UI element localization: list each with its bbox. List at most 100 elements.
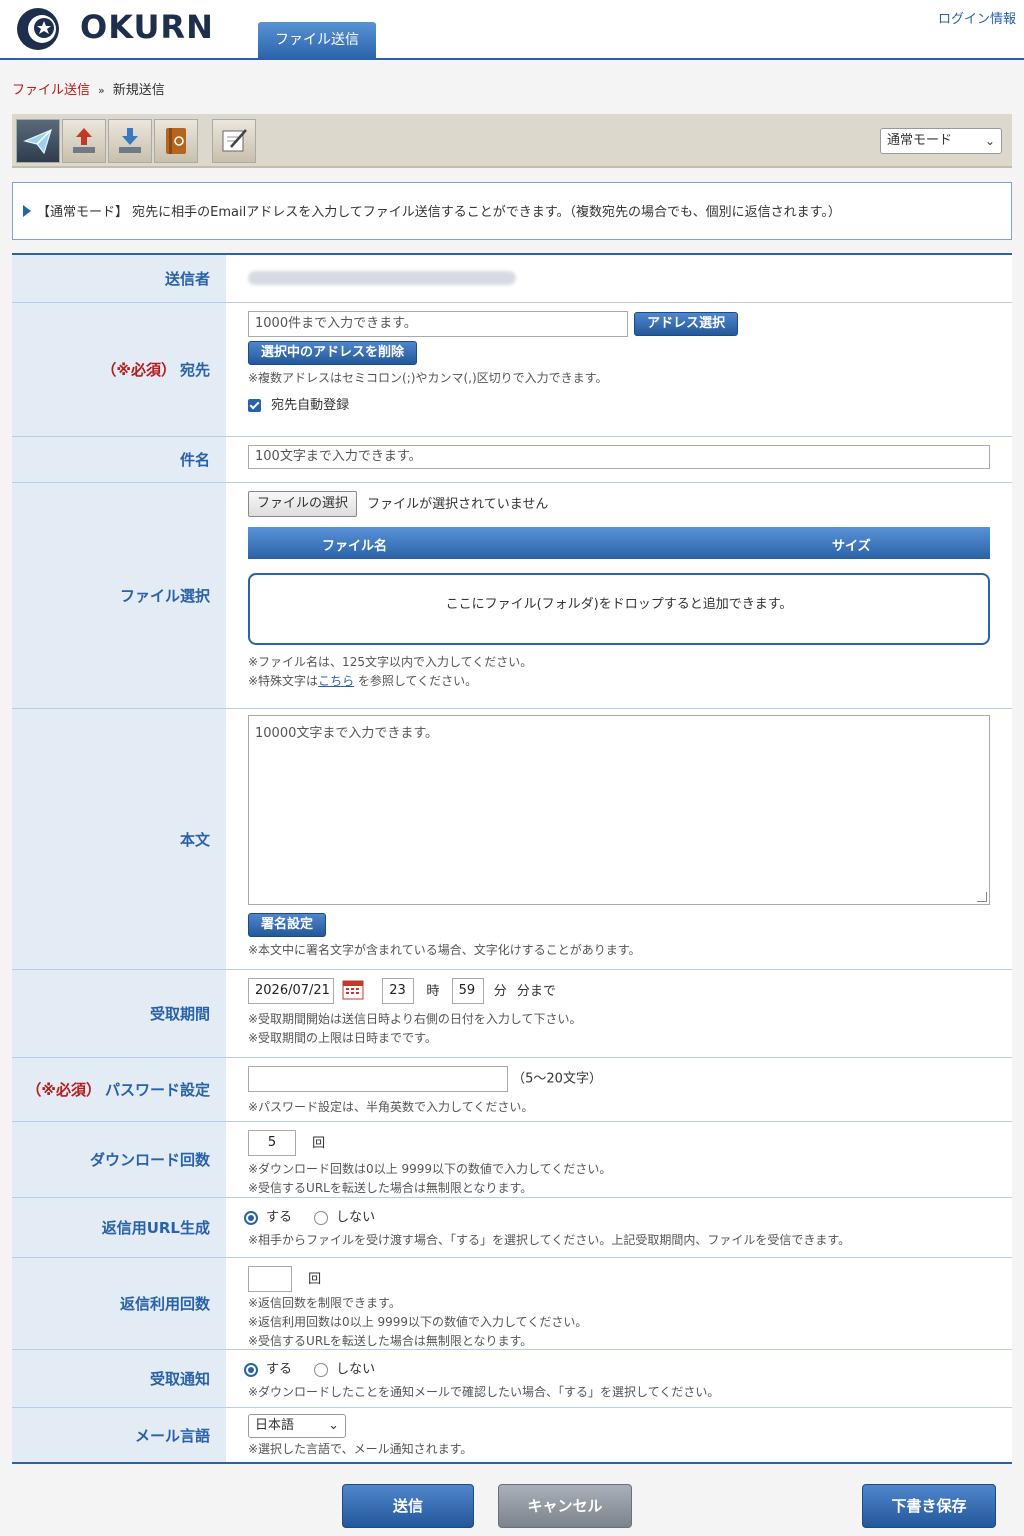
language-select[interactable]: 日本語 ⌄ — [248, 1414, 346, 1438]
sender-email-blurred — [248, 271, 516, 285]
download-icon — [119, 128, 141, 153]
row-notify: 受取通知 する しない ※ダウンロードしたことを通知メールで確認したい場合、「す… — [12, 1350, 1012, 1408]
choose-file-button[interactable]: ファイルの選択 — [248, 491, 358, 517]
period-note-limit: ※受取期間の上限は日時までです。 — [248, 1031, 437, 1045]
body-placeholder: 10000文字まで入力できます。 — [255, 726, 439, 741]
row-file: ファイル選択 ファイルの選択 ファイルが選択されていません ファイル名 サイズ … — [12, 483, 1012, 709]
triangle-right-icon — [23, 205, 31, 217]
subject-label: 件名 — [12, 437, 226, 482]
file-note-special: ※特殊文字はこちら を参照してください。 — [248, 674, 478, 688]
notify-value: する しない ※ダウンロードしたことを通知メールで確認したい場合、「する」を選択… — [226, 1350, 1012, 1407]
body-value: 10000文字まで入力できます。 署名設定 ※本文中に署名文字が含まれている場合… — [226, 709, 1012, 969]
reply-count-input[interactable] — [248, 1266, 292, 1292]
language-select-value: 日本語 — [255, 1418, 295, 1433]
tab-file-send[interactable]: ファイル送信 — [258, 22, 376, 60]
file-list-header: ファイル名 サイズ — [248, 527, 990, 559]
subject-input[interactable]: 100文字まで入力できます。 — [248, 445, 990, 469]
recipient-note: ※複数アドレスはセミコロン(;)やカンマ(,)区切りで入力できます。 — [248, 371, 608, 385]
download-tool-button[interactable] — [108, 119, 152, 163]
period-value: 2026/07/21 23 時 59 分 分まで ※受取期間開始は送信日時より右… — [226, 970, 1012, 1057]
download-count-input[interactable]: 5 — [248, 1130, 296, 1156]
file-drop-zone[interactable]: ここにファイル(フォルダ)をドロップすると追加できます。 — [248, 573, 990, 645]
period-label: 受取期間 — [12, 970, 226, 1057]
notify-yes-radio[interactable] — [244, 1362, 258, 1377]
file-label: ファイル選択 — [12, 483, 226, 708]
password-label: （※必須） パスワード設定 — [12, 1058, 226, 1121]
reply-count-note-limit: ※返信回数を制限できます。 — [248, 1296, 401, 1310]
notify-no-label: しない — [336, 1362, 376, 1377]
upload-tool-button[interactable] — [62, 119, 106, 163]
auto-register-checkbox[interactable] — [248, 399, 261, 412]
subject-value: 100文字まで入力できます。 — [226, 437, 1012, 482]
edit-tool-button[interactable] — [212, 119, 256, 163]
breadcrumb: ファイル送信 » 新規送信 — [12, 79, 165, 98]
cancel-button[interactable]: キャンセル — [498, 1484, 632, 1528]
sender-value — [226, 255, 1012, 302]
row-password: （※必須） パスワード設定 （5〜20文字） ※パスワード設定は、半角英数で入力し… — [12, 1058, 1012, 1122]
delete-selected-address-button[interactable]: 選択中のアドレスを削除 — [248, 341, 418, 365]
password-note: ※パスワード設定は、半角英数で入力してください。 — [248, 1100, 534, 1114]
upload-icon — [73, 128, 95, 153]
send-button[interactable]: 送信 — [342, 1484, 474, 1528]
reply-count-label: 返信利用回数 — [12, 1258, 226, 1349]
mode-select-value: 通常モード — [887, 133, 953, 148]
auto-register-option[interactable]: 宛先自動登録 — [248, 394, 990, 413]
download-count-note-range: ※ダウンロード回数は0以上 9999以下の数値で入力してください。 — [248, 1162, 612, 1176]
language-note: ※選択した言語で、メール通知されます。 — [248, 1442, 473, 1456]
chevron-down-icon: ⌄ — [984, 134, 995, 148]
period-minute-input[interactable]: 59 — [451, 978, 484, 1004]
password-hint: （5〜20文字） — [512, 1071, 602, 1087]
row-reply-url: 返信用URL生成 する しない ※相手からファイルを受け渡す場合、「する」を選択… — [12, 1198, 1012, 1258]
send-tool-button[interactable] — [16, 119, 60, 163]
recipient-input[interactable]: 1000件まで入力できます。 — [248, 311, 628, 337]
row-reply-count: 返信利用回数 回 ※返信回数を制限できます。 ※返信利用回数は0以上 9999以… — [12, 1258, 1012, 1350]
notify-label: 受取通知 — [12, 1350, 226, 1407]
send-icon — [23, 128, 52, 155]
reply-url-note: ※相手からファイルを受け渡す場合、「する」を選択してください。上記受取期間内、フ… — [248, 1233, 851, 1247]
special-chars-link[interactable]: こちら — [318, 674, 354, 688]
period-hour-input[interactable]: 23 — [382, 978, 415, 1004]
recipient-label: （※必須） 宛先 — [12, 303, 226, 436]
password-value: （5〜20文字） ※パスワード設定は、半角英数で入力してください。 — [226, 1058, 1012, 1121]
logo[interactable]: OKURN — [8, 4, 222, 52]
edit-icon — [222, 129, 247, 152]
login-info-link[interactable]: ログイン情報 — [938, 8, 1016, 27]
logo-text: OKURN — [80, 8, 214, 46]
address-book-icon — [166, 128, 186, 154]
logo-icon — [17, 8, 59, 50]
body-note: ※本文中に署名文字が含まれている場合、文字化けすることがあります。 — [248, 943, 641, 957]
notify-no-radio[interactable] — [314, 1362, 329, 1377]
sender-label: 送信者 — [12, 255, 226, 302]
download-count-label: ダウンロード回数 — [12, 1122, 226, 1197]
reply-url-no-radio[interactable] — [314, 1210, 329, 1225]
row-period: 受取期間 2026/07/21 23 時 59 分 分まで ※受取期間開始は送信… — [12, 970, 1012, 1058]
no-file-text: ファイルが選択されていません — [367, 496, 549, 512]
breadcrumb-link-file-send[interactable]: ファイル送信 — [12, 83, 90, 98]
signature-settings-button[interactable]: 署名設定 — [248, 913, 327, 937]
minute-unit: 分 — [493, 983, 507, 999]
mode-select[interactable]: 通常モード ⌄ — [880, 128, 1002, 154]
reply-url-label: 返信用URL生成 — [12, 1198, 226, 1257]
breadcrumb-current: 新規送信 — [112, 83, 165, 98]
resize-grip-icon[interactable] — [977, 892, 987, 902]
address-select-button[interactable]: アドレス選択 — [634, 312, 739, 336]
reply-url-yes-radio[interactable] — [244, 1210, 258, 1225]
row-language: メール言語 日本語 ⌄ ※選択した言語で、メール通知されます。 — [12, 1408, 1012, 1464]
password-input[interactable] — [248, 1066, 508, 1092]
period-date-input[interactable]: 2026/07/21 — [248, 978, 334, 1004]
toolbar: 通常モード ⌄ — [12, 114, 1012, 168]
save-draft-button[interactable]: 下書き保存 — [862, 1484, 996, 1528]
notify-note: ※ダウンロードしたことを通知メールで確認したい場合、「する」を選択してください。 — [248, 1385, 720, 1399]
address-book-tool-button[interactable] — [154, 119, 198, 163]
period-note-start: ※受取期間開始は送信日時より右側の日付を入力して下さい。 — [248, 1012, 582, 1026]
file-note-length: ※ファイル名は、125文字以内で入力してください。 — [248, 655, 533, 669]
calendar-icon[interactable] — [342, 978, 364, 1004]
notify-yes-label: する — [266, 1362, 293, 1377]
language-label: メール言語 — [12, 1408, 226, 1462]
reply-count-note-range: ※返信利用回数は0以上 9999以下の数値で入力してください。 — [248, 1315, 588, 1329]
file-name-column: ファイル名 — [322, 539, 388, 554]
body-textarea[interactable]: 10000文字まで入力できます。 — [248, 715, 990, 905]
send-form: 送信者 （※必須） 宛先 1000件まで入力できます。 アドレス選択 選択中のアド… — [12, 253, 1012, 1464]
hour-unit: 時 — [426, 983, 440, 999]
language-value: 日本語 ⌄ ※選択した言語で、メール通知されます。 — [226, 1408, 1012, 1462]
